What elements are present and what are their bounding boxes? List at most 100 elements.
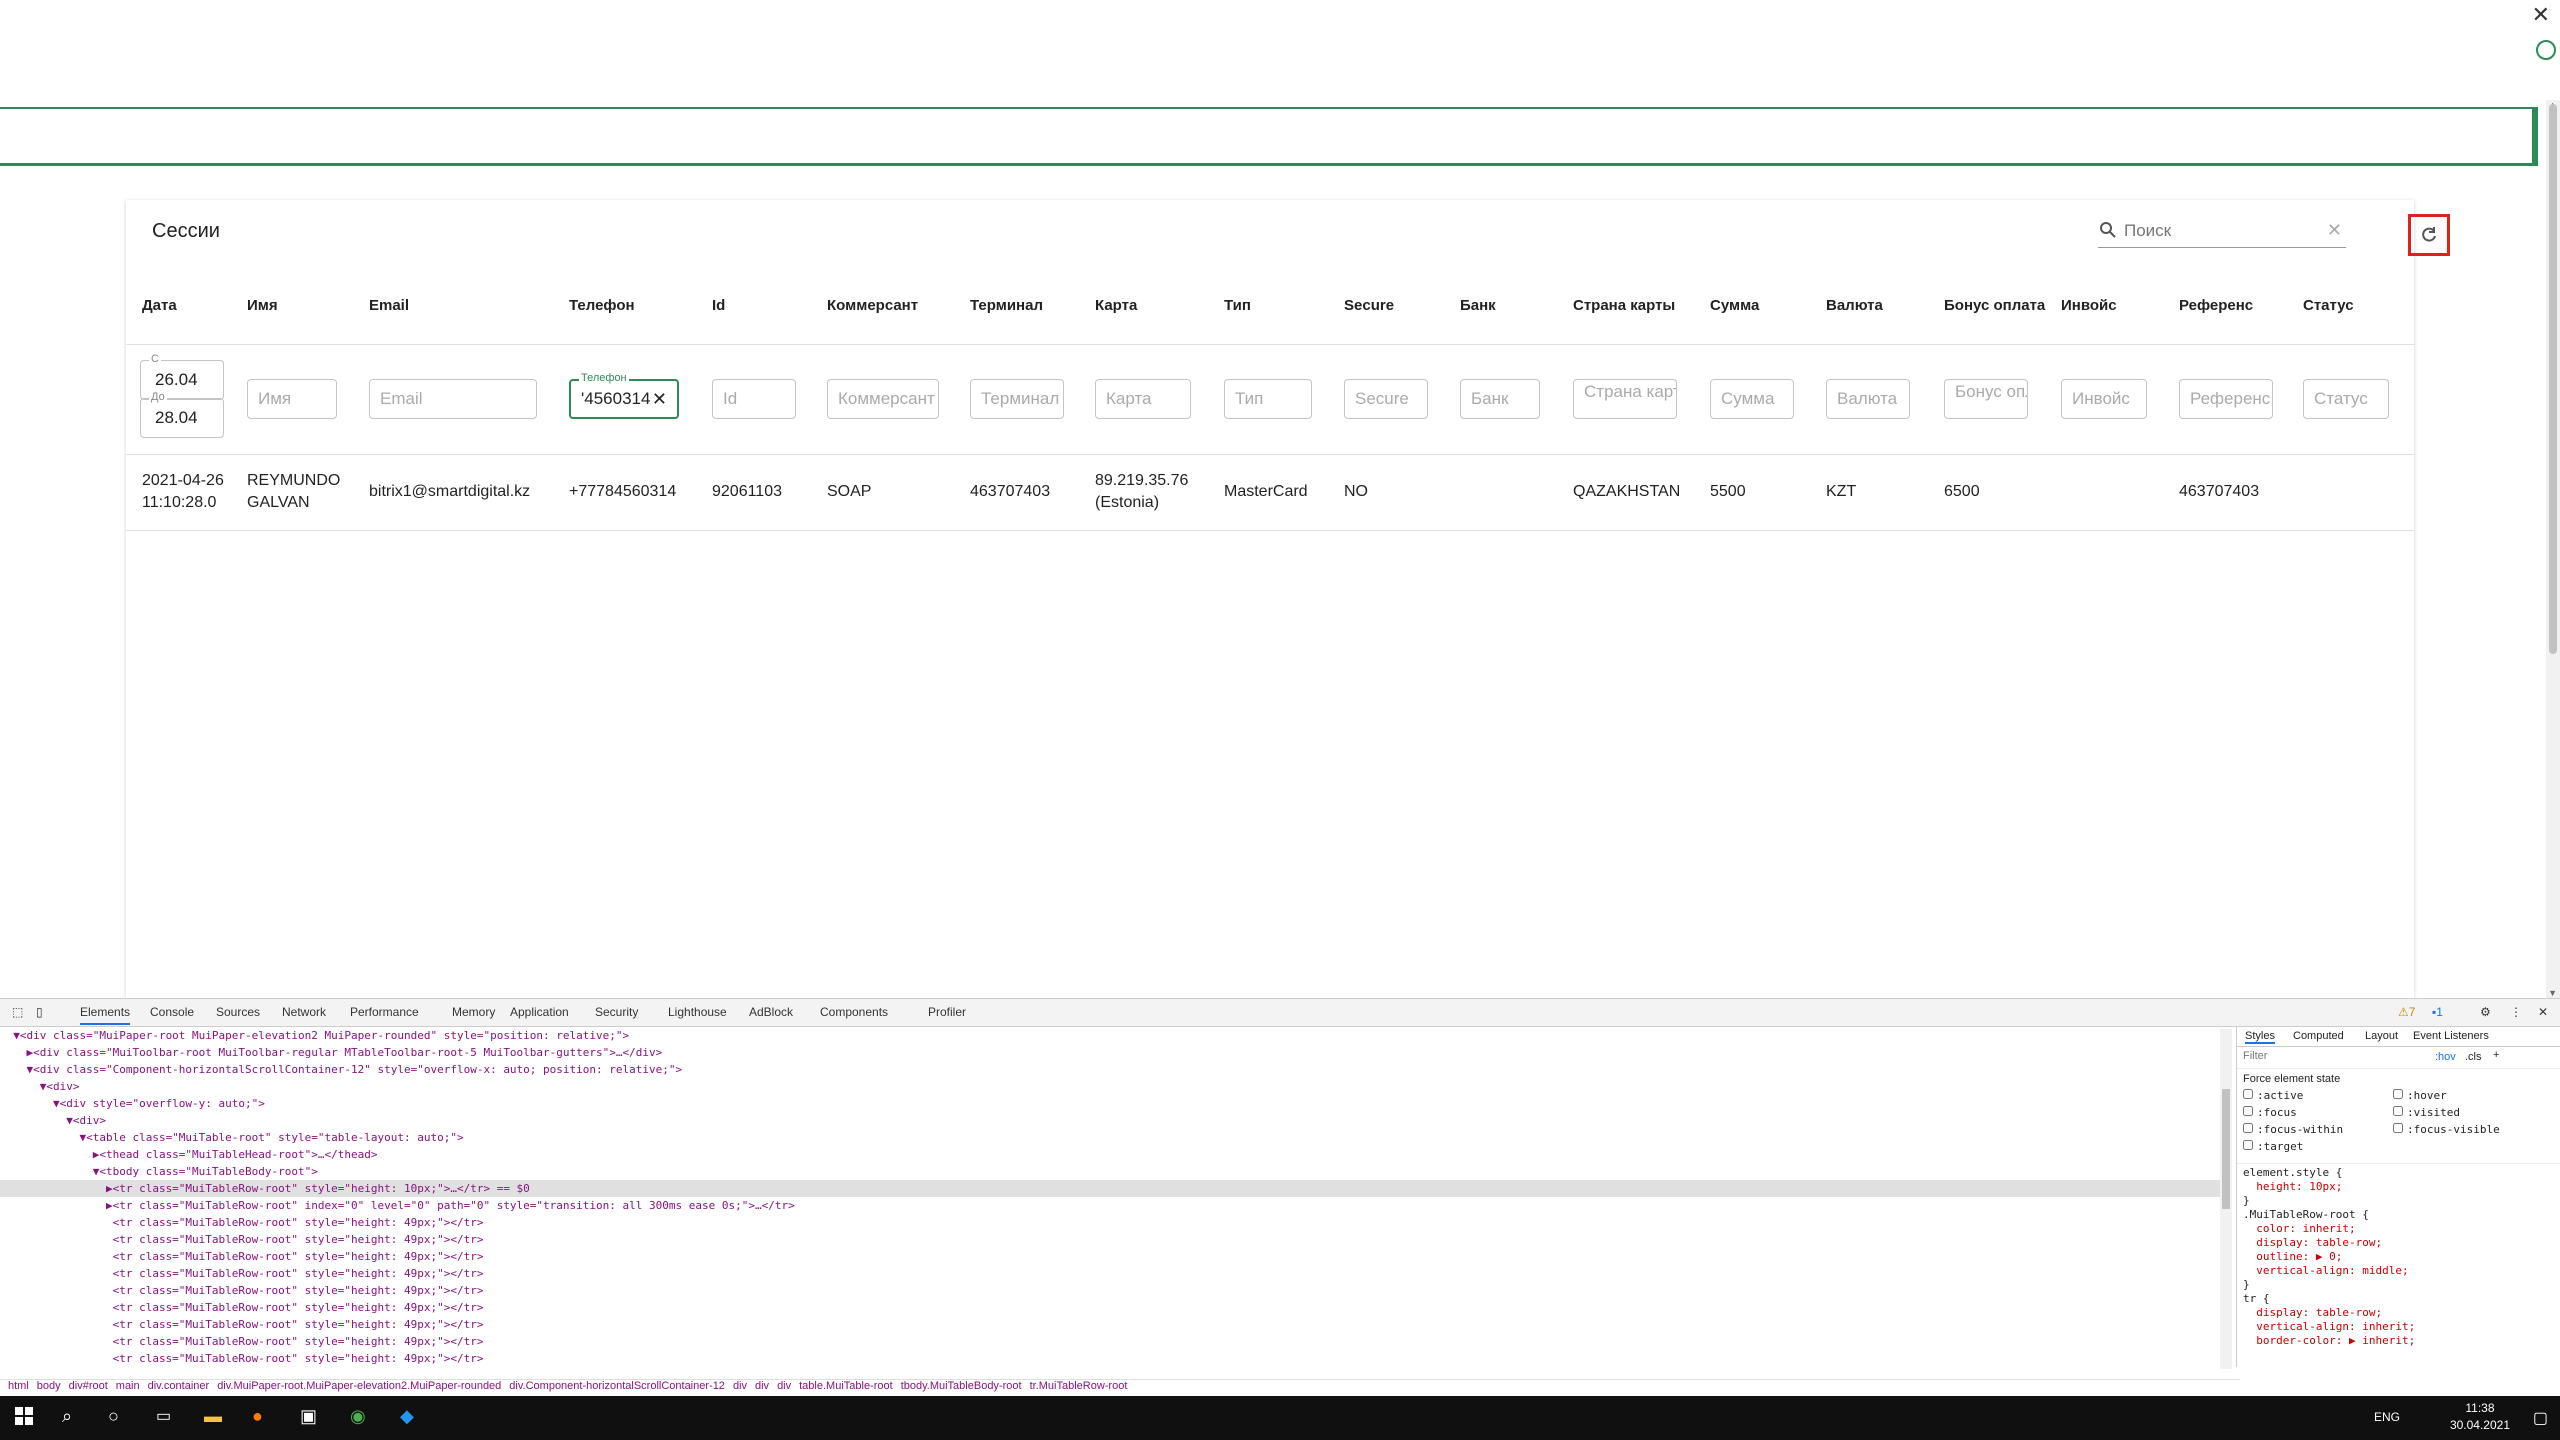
css-rule-line[interactable]: } <box>2243 1194 2554 1208</box>
dom-node-line[interactable]: <tr class="MuiTableRow-root" style="heig… <box>0 1282 2220 1299</box>
css-rule-line[interactable]: vertical-align: inherit; <box>2243 1320 2554 1334</box>
dom-node-line[interactable]: <tr class="MuiTableRow-root" style="heig… <box>0 1265 2220 1282</box>
column-header[interactable]: Статус <box>2299 268 2414 345</box>
dom-node-line[interactable]: ▼<div style="overflow-y: auto;"> <box>0 1095 2220 1112</box>
dom-tree-scrollbar[interactable] <box>2220 1029 2232 1369</box>
devtools-tab-sources[interactable]: Sources <box>216 1005 260 1019</box>
vscode-icon[interactable]: ◆ <box>400 1406 424 1430</box>
hov-toggle[interactable]: :hov <box>2435 1051 2456 1063</box>
state-checkbox[interactable] <box>2393 1089 2403 1099</box>
filter-card-input[interactable]: Карта <box>1095 379 1191 419</box>
cls-toggle[interactable]: .cls <box>2465 1051 2482 1063</box>
column-header[interactable]: Имя <box>243 268 365 345</box>
language-indicator[interactable]: ENG <box>2374 1410 2400 1424</box>
dom-node-line[interactable]: ▼<div class="MuiPaper-root MuiPaper-elev… <box>0 1027 2220 1044</box>
filter-name-input[interactable]: Имя <box>247 379 337 419</box>
force-state-checkbox[interactable]: :hover <box>2393 1089 2447 1102</box>
filter-bonus-input[interactable]: Бонус оплата <box>1944 379 2028 419</box>
devtools-tab-components[interactable]: Components <box>820 1005 888 1019</box>
column-header[interactable]: Валюта <box>1822 268 1940 345</box>
extension-icon[interactable] <box>2536 40 2556 60</box>
devtools-tab-adblock[interactable]: AdBlock <box>749 1005 793 1019</box>
dom-node-line[interactable]: ▶<tr class="MuiTableRow-root" style="hei… <box>0 1180 2220 1197</box>
column-header[interactable]: Дата <box>126 268 243 345</box>
firefox-icon[interactable]: ● <box>252 1406 276 1430</box>
column-header[interactable]: Банк <box>1456 268 1569 345</box>
devtools-tab-performance[interactable]: Performance <box>350 1005 419 1019</box>
dom-node-line[interactable]: ▼<div class="Component-horizontalScrollC… <box>0 1061 2220 1078</box>
filter-status-input[interactable]: Статус <box>2303 379 2389 419</box>
css-rule-line[interactable]: vertical-align: middle; <box>2243 1264 2554 1278</box>
filter-currency-input[interactable]: Валюта <box>1826 379 1910 419</box>
chrome-icon[interactable]: ◉ <box>350 1406 374 1430</box>
force-state-checkbox[interactable]: :focus-within <box>2243 1123 2343 1136</box>
styles-tab-layout[interactable]: Layout <box>2365 1030 2398 1042</box>
cortana-icon[interactable]: ○ <box>108 1406 132 1430</box>
styles-tab-computed[interactable]: Computed <box>2293 1030 2344 1042</box>
filter-reference-input[interactable]: Референс <box>2179 379 2273 419</box>
state-checkbox[interactable] <box>2243 1140 2253 1150</box>
devtools-tab-console[interactable]: Console <box>150 1005 194 1019</box>
column-header[interactable]: Бонус оплата <box>1940 268 2057 345</box>
filter-invoice-input[interactable]: Инвойс <box>2061 379 2147 419</box>
filter-phone-input[interactable]: Телефон '4560314 ✕ <box>569 371 679 419</box>
breadcrumb-item[interactable]: div.Component-horizontalScrollContainer-… <box>509 1380 725 1392</box>
column-header[interactable]: Страна карты <box>1569 268 1706 345</box>
devtools-tab-application[interactable]: Application <box>510 1005 569 1019</box>
search-icon[interactable]: ⌕ <box>62 1406 86 1430</box>
column-header[interactable]: Карта <box>1091 268 1220 345</box>
scroll-down-arrow-icon[interactable]: ▼ <box>2548 988 2557 998</box>
column-header[interactable]: Инвойс <box>2057 268 2175 345</box>
dom-node-line[interactable]: <tr class="MuiTableRow-root" style="heig… <box>0 1350 2220 1367</box>
device-toolbar-icon[interactable]: ▯ <box>36 1005 43 1019</box>
dom-node-line[interactable]: <tr class="MuiTableRow-root" style="heig… <box>0 1316 2220 1333</box>
more-options-icon[interactable]: ⋮ <box>2510 1005 2522 1019</box>
devtools-tab-memory[interactable]: Memory <box>452 1005 495 1019</box>
dom-node-line[interactable]: <tr class="MuiTableRow-root" style="heig… <box>0 1231 2220 1248</box>
file-explorer-icon[interactable]: ▬ <box>204 1406 228 1430</box>
terminal-icon[interactable]: ▣ <box>300 1406 324 1430</box>
state-checkbox[interactable] <box>2243 1123 2253 1133</box>
column-header[interactable]: Id <box>708 268 823 345</box>
css-rule-line[interactable]: } <box>2243 1278 2554 1292</box>
breadcrumb-item[interactable]: tr.MuiTableRow-root <box>1030 1380 1128 1392</box>
dom-node-line[interactable]: ▼<tbody class="MuiTableBody-root"> <box>0 1163 2220 1180</box>
dom-node-line[interactable]: <tr class="MuiTableRow-root" style="heig… <box>0 1299 2220 1316</box>
state-checkbox[interactable] <box>2243 1106 2253 1116</box>
column-header[interactable]: Терминал <box>966 268 1091 345</box>
notifications-icon[interactable]: ▢ <box>2533 1408 2548 1428</box>
breadcrumb-item[interactable]: div <box>777 1380 791 1392</box>
state-checkbox[interactable] <box>2243 1089 2253 1099</box>
close-icon[interactable]: ✕ <box>2532 2 2550 28</box>
warnings-badge[interactable]: ⚠7 <box>2398 1005 2415 1019</box>
filter-amount-input[interactable]: Сумма <box>1710 379 1794 419</box>
force-state-checkbox[interactable]: :active <box>2243 1089 2303 1102</box>
dom-node-line[interactable]: ▼<div> <box>0 1112 2220 1129</box>
state-checkbox[interactable] <box>2393 1123 2403 1133</box>
css-rule-line[interactable]: outline: ▶ 0; <box>2243 1250 2554 1264</box>
css-rule-line[interactable]: color: inherit; <box>2243 1222 2554 1236</box>
force-state-checkbox[interactable]: :focus-visible <box>2393 1123 2500 1136</box>
clear-search-icon[interactable]: ✕ <box>2327 220 2342 241</box>
system-clock[interactable]: 11:38 30.04.2021 <box>2450 1400 2510 1434</box>
breadcrumb-item[interactable]: div <box>755 1380 769 1392</box>
dom-tree[interactable]: ▼<div class="MuiPaper-root MuiPaper-elev… <box>0 1027 2220 1367</box>
devtools-tab-profiler[interactable]: Profiler <box>928 1005 966 1019</box>
dom-node-line[interactable]: ▶<tr class="MuiTableRow-root" index="0" … <box>0 1197 2220 1214</box>
styles-tab-styles[interactable]: Styles <box>2245 1030 2275 1044</box>
scrollbar-thumb[interactable] <box>2549 104 2557 654</box>
search-field[interactable]: ✕ <box>2098 216 2346 248</box>
filter-secure-input[interactable]: Secure <box>1344 379 1428 419</box>
dom-node-line[interactable]: <tr class="MuiTableRow-root" style="heig… <box>0 1333 2220 1350</box>
css-rule-line[interactable]: height: 10px; <box>2243 1180 2554 1194</box>
css-rule-line[interactable]: display: table-row; <box>2243 1236 2554 1250</box>
filter-bank-input[interactable]: Банк <box>1460 379 1540 419</box>
column-header[interactable]: Тип <box>1220 268 1340 345</box>
clear-phone-icon[interactable]: ✕ <box>652 381 667 417</box>
css-rule-line[interactable]: tr { <box>2243 1292 2554 1306</box>
add-rule-icon[interactable]: + <box>2493 1049 2499 1061</box>
devtools-tab-lighthouse[interactable]: Lighthouse <box>668 1005 727 1019</box>
breadcrumb-item[interactable]: main <box>116 1380 140 1392</box>
breadcrumb-item[interactable]: div.container <box>148 1380 210 1392</box>
filter-email-input[interactable]: Email <box>369 379 537 419</box>
